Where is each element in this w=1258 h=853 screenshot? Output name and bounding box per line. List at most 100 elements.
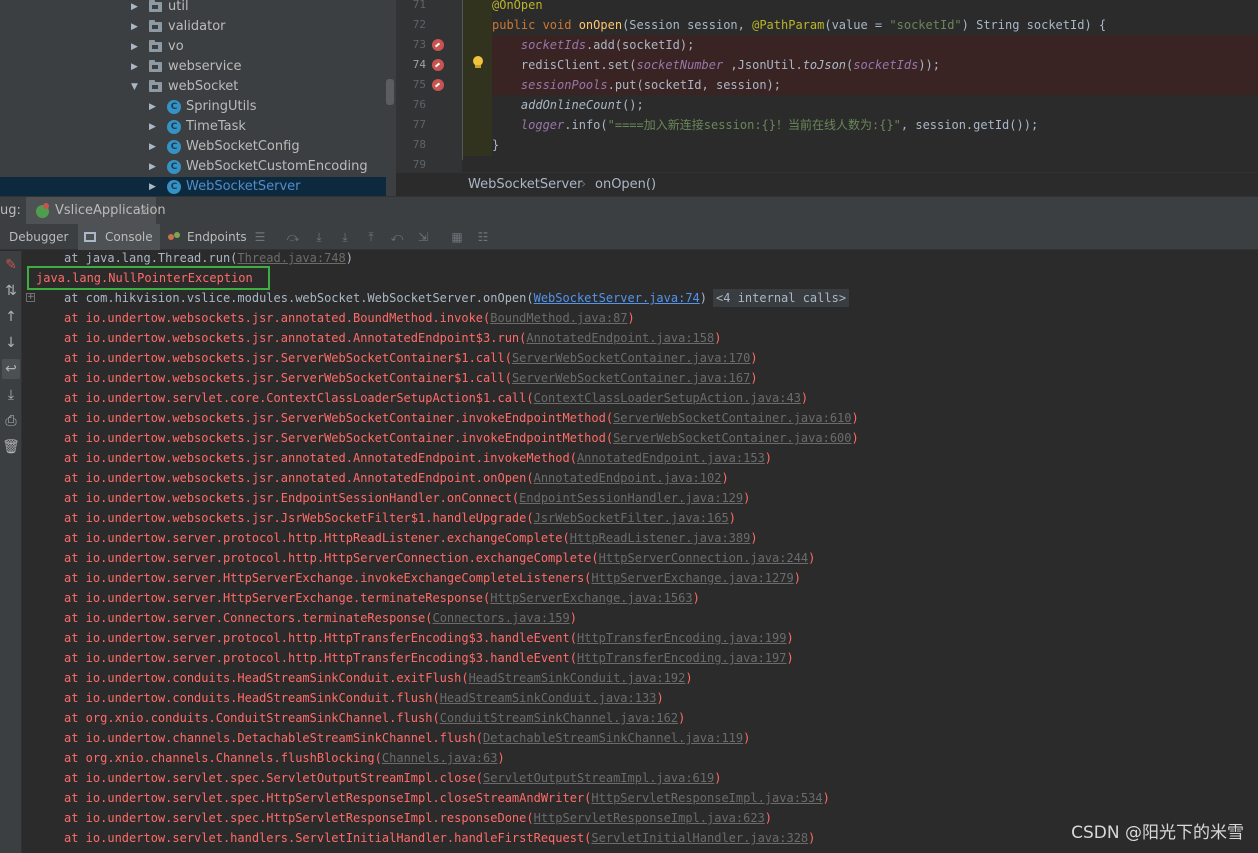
arrow-up-icon[interactable]: ↑ bbox=[2, 307, 20, 327]
stack-frame-link[interactable]: HeadStreamSinkConduit.java:192 bbox=[469, 671, 686, 685]
stack-frame-link[interactable]: JsrWebSocketFilter.java:165 bbox=[534, 511, 729, 525]
line-number[interactable]: 73 bbox=[396, 35, 426, 55]
chevron-right-icon[interactable]: ▶ bbox=[149, 97, 156, 117]
scroll-to-end-icon[interactable]: ⤓ bbox=[2, 385, 20, 405]
code-line-71[interactable]: @OnOpen bbox=[492, 0, 1258, 15]
tree-item[interactable]: ▶ webservice bbox=[0, 57, 386, 77]
stack-frame-link[interactable]: HttpServerExchange.java:1563 bbox=[490, 591, 692, 605]
chevron-right-icon[interactable]: ▶ bbox=[149, 137, 156, 157]
tab-endpoints[interactable]: Endpoints bbox=[168, 224, 250, 250]
chevron-right-icon[interactable]: ▶ bbox=[131, 37, 138, 57]
code-line-72[interactable]: public void onOpen(Session session, @Pat… bbox=[492, 15, 1258, 35]
tree-item[interactable]: ▶ validator bbox=[0, 17, 386, 37]
run-to-cursor-icon[interactable]: ⇲ bbox=[415, 229, 431, 245]
lightbulb-icon[interactable] bbox=[472, 56, 484, 69]
code-editor[interactable]: 71 72 73 74 75 76 77 78 79 @OnOpen public void o… bbox=[396, 0, 1258, 172]
stack-frame-link[interactable]: HeadStreamSinkConduit.java:133 bbox=[440, 691, 657, 705]
stack-frame-link[interactable]: AnnotatedEndpoint.java:153 bbox=[577, 451, 765, 465]
line-number[interactable]: 71 bbox=[396, 0, 426, 15]
pencil-icon[interactable]: ✎ bbox=[2, 255, 20, 275]
breakpoint-icon[interactable] bbox=[432, 79, 444, 91]
code-line-75[interactable]: sessionPools.put(socketId, session); bbox=[492, 75, 1258, 95]
tree-scrollbar[interactable] bbox=[386, 79, 394, 105]
stack-frame-link[interactable]: AnnotatedEndpoint.java:102 bbox=[534, 471, 722, 485]
stack-frame-link[interactable]: HttpReadListener.java:389 bbox=[570, 531, 751, 545]
stack-frame-link[interactable]: ConduitStreamSinkChannel.java:162 bbox=[440, 711, 678, 725]
evaluate-expression-icon[interactable]: ▦ bbox=[449, 229, 465, 245]
stack-frame-link[interactable]: ServerWebSocketContainer.java:170 bbox=[512, 351, 750, 365]
stack-frame-link[interactable]: ServletOutputStreamImpl.java:619 bbox=[483, 771, 714, 785]
line-number[interactable]: 78 bbox=[396, 135, 426, 155]
breadcrumb-method[interactable]: onOpen() bbox=[595, 173, 656, 196]
tree-item[interactable]: ▶ C WebSocketServer bbox=[0, 177, 386, 196]
stack-frame-link[interactable]: DetachableStreamSinkChannel.java:119 bbox=[483, 731, 743, 745]
tab-debugger[interactable]: Debugger bbox=[0, 224, 78, 250]
stack-frame-link[interactable]: HttpServletResponseImpl.java:623 bbox=[534, 811, 765, 825]
console-output[interactable]: at java.lang.Thread.run(Thread.java:748)… bbox=[22, 251, 1258, 853]
trash-icon[interactable]: 🗑 bbox=[2, 437, 20, 457]
chevron-right-icon[interactable]: ▶ bbox=[131, 0, 138, 17]
force-step-into-icon[interactable]: ⤓ bbox=[337, 229, 353, 245]
stack-frame-link[interactable]: HttpTransferEncoding.java:199 bbox=[577, 631, 787, 645]
stack-frame-link[interactable]: EndpointSessionHandler.java:129 bbox=[519, 491, 743, 505]
code-line-74[interactable]: redisClient.set(socketNumber ,JsonUtil.t… bbox=[492, 55, 1258, 75]
stack-frame-link[interactable]: Connectors.java:159 bbox=[432, 611, 569, 625]
print-icon[interactable]: ⎙ bbox=[2, 411, 20, 431]
stack-frame-link[interactable]: ServerWebSocketContainer.java:600 bbox=[613, 431, 851, 445]
line-number[interactable]: 76 bbox=[396, 95, 426, 115]
stack-frame-link[interactable]: Thread.java:748 bbox=[237, 251, 345, 265]
debug-tabs-bar: Debugger Console Endpoints ☰ ⤼ ⤓ ⤓ ⤒ ⤺ ⇲… bbox=[0, 224, 1258, 250]
breakpoint-icon[interactable] bbox=[432, 59, 444, 71]
step-over-icon[interactable]: ⤼ bbox=[285, 229, 301, 245]
stack-frame-link[interactable]: ServletInitialHandler.java:328 bbox=[591, 831, 808, 845]
debug-session-tab[interactable]: VsliceApplication × bbox=[26, 197, 166, 225]
tree-item[interactable]: ▶ C TimeTask bbox=[0, 117, 386, 137]
soft-wrap-icon[interactable]: ↩ bbox=[2, 359, 20, 379]
stack-frame-link[interactable]: HttpServerConnection.java:244 bbox=[599, 551, 809, 565]
line-number[interactable]: 77 bbox=[396, 115, 426, 135]
chevron-right-icon[interactable]: ▶ bbox=[149, 157, 156, 177]
line-number[interactable]: 74 bbox=[396, 55, 426, 75]
step-into-icon[interactable]: ⤓ bbox=[311, 229, 327, 245]
chevron-down-icon[interactable]: ▼ bbox=[131, 77, 138, 97]
chevron-right-icon[interactable]: ▶ bbox=[131, 57, 138, 77]
arrow-down-icon[interactable]: ↓ bbox=[2, 333, 20, 353]
stack-frame-link[interactable]: HttpServletResponseImpl.java:534 bbox=[591, 791, 822, 805]
tab-console[interactable]: Console bbox=[78, 224, 160, 250]
line-number[interactable]: 75 bbox=[396, 75, 426, 95]
tree-item[interactable]: ▶ C WebSocketConfig bbox=[0, 137, 386, 157]
step-out-icon[interactable]: ⤒ bbox=[363, 229, 379, 245]
trace-icon[interactable]: ☷ bbox=[475, 229, 491, 245]
stack-frame-link[interactable]: WebSocketServer.java:74 bbox=[534, 291, 700, 305]
menu-icon[interactable]: ☰ bbox=[252, 229, 268, 245]
chevron-right-icon[interactable]: ▶ bbox=[149, 117, 156, 137]
code-line-78[interactable]: } bbox=[492, 135, 1258, 155]
stack-frame-link[interactable]: ContextClassLoaderSetupAction.java:43 bbox=[534, 391, 801, 405]
code-line-73[interactable]: socketIds.add(socketId); bbox=[492, 35, 1258, 55]
breakpoint-icon[interactable] bbox=[432, 39, 444, 51]
close-icon[interactable]: × bbox=[139, 197, 149, 225]
drop-frame-icon[interactable]: ⤺ bbox=[389, 229, 405, 245]
stack-frame-link[interactable]: HttpServerExchange.java:1279 bbox=[591, 571, 793, 585]
line-number[interactable]: 79 bbox=[396, 155, 426, 172]
internal-calls-fold[interactable]: <4 internal calls> bbox=[713, 289, 850, 307]
stack-frame-link[interactable]: Channels.java:63 bbox=[382, 751, 498, 765]
sort-icon[interactable]: ⇅ bbox=[2, 281, 20, 301]
stack-frame-link[interactable]: ServerWebSocketContainer.java:167 bbox=[512, 371, 750, 385]
tree-item[interactable]: ▼ webSocket bbox=[0, 77, 386, 97]
tree-item[interactable]: ▶ C SpringUtils bbox=[0, 97, 386, 117]
code-line-77[interactable]: logger.info("====加入新连接session:{}！当前在线人数为… bbox=[492, 115, 1258, 135]
tree-item[interactable]: ▶ C WebSocketCustomEncoding bbox=[0, 157, 386, 177]
editor-gutter[interactable]: 71 72 73 74 75 76 77 78 79 bbox=[396, 0, 462, 172]
stack-frame-link[interactable]: AnnotatedEndpoint.java:158 bbox=[526, 331, 714, 345]
chevron-right-icon[interactable]: ▶ bbox=[149, 177, 156, 196]
breadcrumb-class[interactable]: WebSocketServer bbox=[468, 173, 583, 196]
tree-item[interactable]: ▶ util bbox=[0, 0, 386, 17]
stack-frame-link[interactable]: BoundMethod.java:87 bbox=[490, 311, 627, 325]
chevron-right-icon[interactable]: ▶ bbox=[131, 17, 138, 37]
tree-item[interactable]: ▶ vo bbox=[0, 37, 386, 57]
line-number[interactable]: 72 bbox=[396, 15, 426, 35]
stack-frame-link[interactable]: HttpTransferEncoding.java:197 bbox=[577, 651, 787, 665]
code-line-76[interactable]: addOnlineCount(); bbox=[492, 95, 1258, 115]
stack-frame-link[interactable]: ServerWebSocketContainer.java:610 bbox=[613, 411, 851, 425]
